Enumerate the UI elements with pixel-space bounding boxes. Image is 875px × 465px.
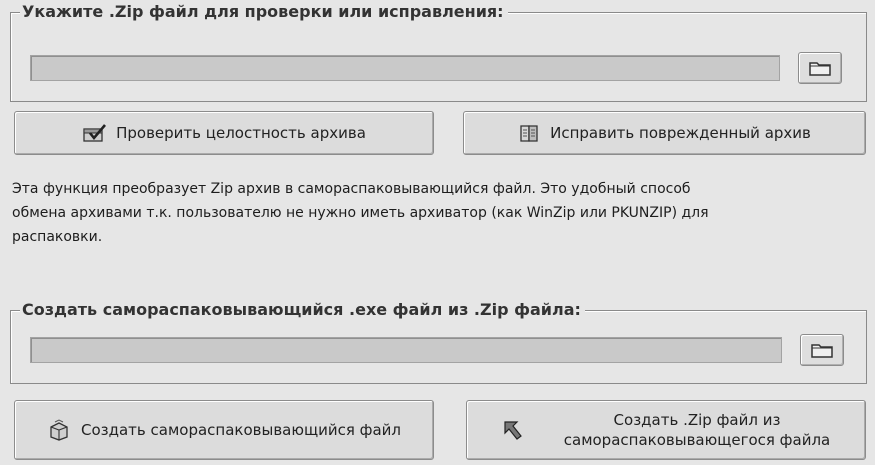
arrow-back-icon xyxy=(502,418,524,442)
sfx-description: Эта функция преобразует Zip архив в само… xyxy=(12,177,862,249)
verify-archive-label: Проверить целостность архива xyxy=(116,124,366,142)
repair-archive-button[interactable]: Исправить поврежденный архив xyxy=(463,111,866,155)
create-zip-label: Создать .Zip файл из самораспаковывающег… xyxy=(564,410,830,450)
create-zip-label-line-2: самораспаковывающегося файла xyxy=(563,431,831,449)
package-icon xyxy=(47,419,73,441)
folder-icon xyxy=(810,341,834,359)
folder-icon xyxy=(808,59,832,77)
sfx-section-title: Создать самораспаковывающийся .exe файл … xyxy=(20,300,585,319)
create-sfx-label: Создать самораспаковывающийся файл xyxy=(80,421,402,439)
repair-book-icon xyxy=(518,123,542,143)
check-zip-section-title: Укажите .Zip файл для проверки или испра… xyxy=(20,2,508,21)
sfx-description-line-1: Эта функция преобразует Zip архив в само… xyxy=(12,181,691,197)
sfx-browse-button[interactable] xyxy=(800,334,844,366)
create-zip-from-sfx-button[interactable]: Создать .Zip файл из самораспаковывающег… xyxy=(466,400,866,460)
create-sfx-button[interactable]: Создать самораспаковывающийся файл xyxy=(14,400,434,460)
sfx-description-line-2: обмена архивами т.к. пользователю не нуж… xyxy=(12,205,709,221)
create-zip-label-line-1: Создать .Zip файл из xyxy=(613,411,781,429)
verify-archive-button[interactable]: Проверить целостность архива xyxy=(14,111,434,155)
repair-archive-label: Исправить поврежденный архив xyxy=(550,124,811,142)
check-archive-icon xyxy=(82,123,108,143)
check-zip-browse-button[interactable] xyxy=(798,52,842,84)
sfx-description-line-3: распаковки. xyxy=(12,229,103,245)
sfx-path-field[interactable] xyxy=(30,337,782,363)
check-zip-path-field[interactable] xyxy=(30,55,780,81)
